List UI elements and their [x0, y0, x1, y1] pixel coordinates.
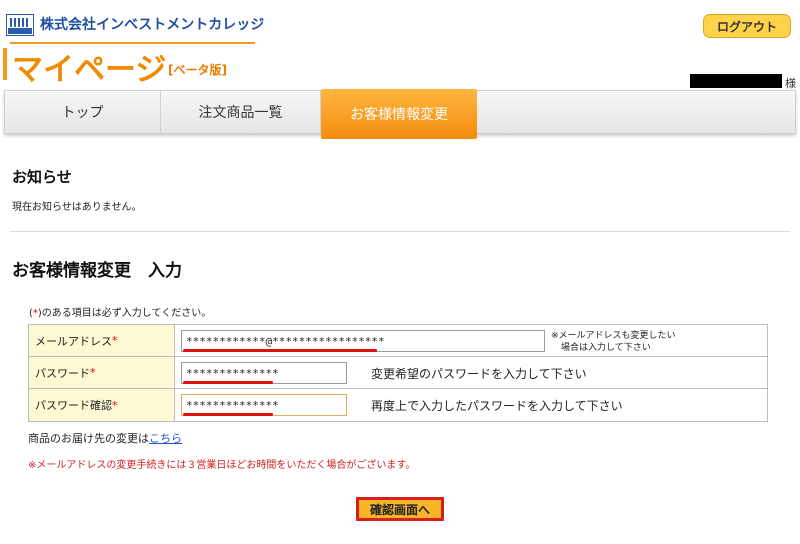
beta-badge: [ベータ版]	[168, 63, 227, 77]
tab-top[interactable]: トップ	[5, 91, 161, 133]
news-heading: お知らせ	[12, 168, 72, 186]
section-divider	[10, 231, 790, 232]
email-label: メールアドレス *	[29, 325, 175, 356]
email-label-text: メールアドレス	[35, 334, 112, 348]
email-highlight-line	[183, 349, 377, 352]
form-row-password: パスワード * ************** 変更希望のパスワードを入力して下さい	[29, 357, 767, 389]
password-confirm-hint: 再度上で入力したパスワードを入力して下さい	[371, 399, 623, 413]
tab-customer-info[interactable]: お客様情報変更	[321, 89, 477, 139]
form-row-email: メールアドレス * ************@***************** …	[29, 325, 767, 357]
password-confirm-label: パスワード確認 *	[29, 389, 175, 421]
page-title: マイページ	[12, 52, 167, 88]
password-confirm-highlight-line	[183, 413, 273, 416]
delivery-change-link[interactable]: こちら	[149, 432, 182, 445]
password-label: パスワード *	[29, 357, 175, 388]
honorific: 様	[785, 77, 796, 90]
tab-order-list[interactable]: 注文商品一覧	[161, 91, 321, 133]
required-asterisk: *	[90, 366, 96, 379]
email-change-warning: ※メールアドレスの変更手続きには３営業日ほどお時間をいただく場合がございます。	[28, 460, 416, 471]
title-accent-bar	[3, 48, 7, 80]
customer-form-table: メールアドレス * ************@***************** …	[28, 324, 768, 422]
confirm-button[interactable]: 確認画面へ	[356, 497, 444, 521]
form-row-password-confirm: パスワード確認 * ************** 再度上で入力したパスワードを入力…	[29, 389, 767, 421]
company-name: 株式会社インベストメントカレッジ	[40, 17, 265, 33]
form-heading: お客様情報変更 入力	[12, 261, 182, 281]
required-note: (*)のある項目は必ず入力してください。	[29, 304, 211, 319]
username-redacted	[690, 74, 782, 88]
password-confirm-label-text: パスワード確認	[35, 399, 112, 412]
logout-button[interactable]: ログアウト	[703, 14, 791, 38]
required-asterisk: *	[112, 398, 118, 412]
delivery-change-note: 商品のお届け先の変更はこちら	[28, 430, 182, 446]
email-hint-line1: ※メールアドレスも変更したい	[551, 331, 676, 341]
password-hint: 変更希望のパスワードを入力して下さい	[371, 367, 587, 381]
delivery-text: 商品のお届け先の変更は	[28, 432, 149, 445]
required-note-text: )のある項目は必ず入力してください。	[37, 308, 212, 319]
email-hint: ※メールアドレスも変更したい 場合は入力して下さい	[551, 330, 676, 354]
main-nav-tabs: トップ 注文商品一覧 お客様情報変更	[4, 89, 796, 139]
email-hint-line2: 場合は入力して下さい	[561, 343, 651, 353]
password-highlight-line	[183, 381, 273, 384]
password-label-text: パスワード	[35, 366, 90, 380]
news-text: 現在お知らせはありません。	[12, 202, 142, 213]
required-asterisk: *	[112, 334, 118, 347]
company-logo	[6, 14, 34, 36]
